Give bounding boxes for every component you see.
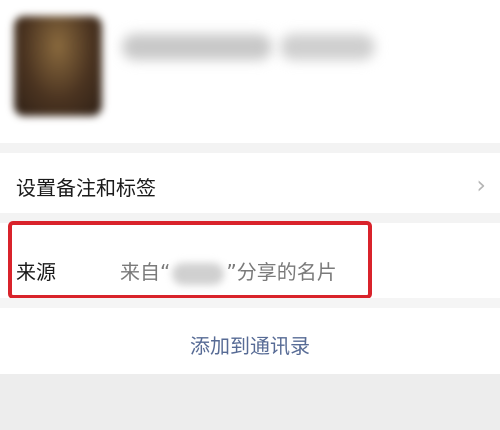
blurred-nickname — [122, 34, 272, 60]
profile-header — [0, 0, 500, 143]
highlight-annotation-box — [8, 221, 372, 299]
chevron-right-icon: › — [476, 171, 486, 199]
add-to-contacts-row: 添加到通讯录 — [0, 308, 500, 374]
blurred-nickname-2 — [280, 34, 375, 60]
add-to-contacts-button[interactable]: 添加到通讯录 — [0, 330, 500, 359]
page-background — [0, 374, 500, 430]
set-remark-and-tags-row[interactable]: 设置备注和标签 › — [0, 153, 500, 213]
section-divider — [0, 143, 500, 153]
section-divider — [0, 298, 500, 308]
set-remark-label: 设置备注和标签 — [16, 176, 156, 200]
avatar[interactable] — [14, 16, 102, 116]
